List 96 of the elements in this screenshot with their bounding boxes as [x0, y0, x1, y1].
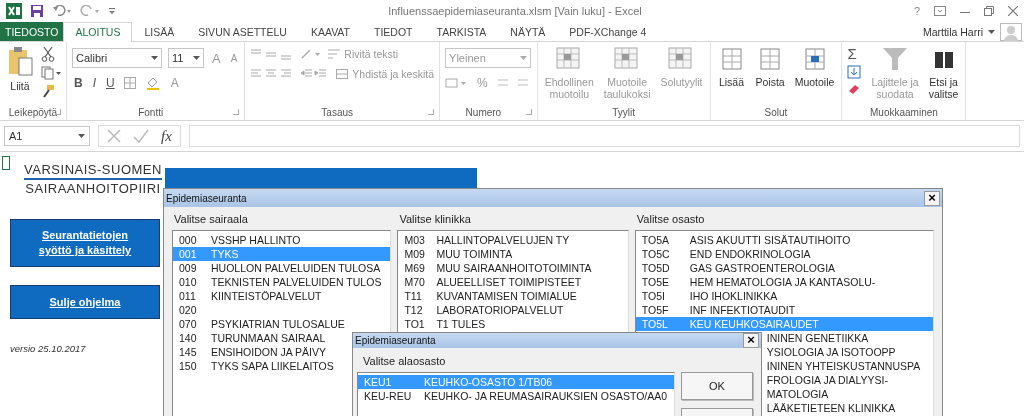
ribbon-tab[interactable]: LISÄÄ — [132, 22, 187, 41]
ribbon-tab[interactable]: TARKISTA — [424, 22, 499, 41]
sheet-button[interactable]: Sulje ohjelma — [10, 285, 160, 319]
italic-button[interactable]: I — [90, 76, 98, 90]
caret-icon[interactable] — [78, 134, 85, 138]
group-label: Solut — [764, 106, 788, 118]
caret-icon[interactable] — [193, 56, 200, 60]
close-button[interactable]: × — [743, 333, 759, 348]
list-label: Valitse osasto — [635, 213, 706, 225]
list-item[interactable]: M03 HALLINTOPALVELUJEN TY — [398, 233, 628, 247]
filter-icon — [882, 46, 909, 72]
group-label: Leikepöytä — [8, 106, 58, 118]
dialog-launcher-icon[interactable] — [428, 109, 435, 115]
close-button[interactable]: × — [924, 190, 940, 206]
cells-button[interactable]: Muotoile — [792, 44, 837, 88]
formula-input[interactable] — [188, 125, 1020, 147]
list-item[interactable]: M70 ALUEELLISET TOIMIPISTEET — [398, 275, 628, 289]
cell-cursor — [2, 156, 10, 170]
group-label: Numero — [465, 106, 502, 118]
list-item[interactable]: TO5E HEM HEMATOLOGIA JA KANTASOLU- — [635, 275, 933, 289]
orientation-icon[interactable] — [300, 48, 323, 60]
ribbon-tab[interactable]: TIEDOT — [362, 22, 425, 41]
user-name[interactable]: Marttila Harri — [922, 26, 983, 38]
group-label: Tyylit — [612, 106, 635, 118]
dialog-launcher-icon[interactable] — [233, 109, 240, 115]
wrap-lines-icon — [328, 49, 341, 59]
list-item[interactable]: TO5C END ENDOKRINOLOGIA — [635, 247, 933, 261]
caret-icon[interactable] — [988, 30, 995, 34]
version-text: versio 25.10.2017 — [10, 343, 87, 354]
close-icon[interactable] — [1008, 6, 1018, 16]
ribbon-tab[interactable]: KAAVAT — [298, 22, 362, 41]
font-family-field[interactable]: Calibri — [72, 48, 162, 68]
autosum-button[interactable]: Σ — [847, 46, 857, 61]
list-item[interactable]: 010 TEKNISTEN PALVELUIDEN TULOS — [173, 275, 391, 289]
list-item[interactable]: 011 KIINTEISTÖPALVELUT — [173, 289, 391, 303]
sheet-button[interactable]: Seurantatietojen syöttö ja käsittely — [10, 219, 160, 267]
customize-caret-icon[interactable] — [108, 7, 116, 15]
list-item[interactable]: 020 — [173, 303, 391, 317]
group-label: Tasaus — [321, 106, 354, 118]
dialog-launcher-icon[interactable] — [55, 109, 61, 115]
dialog-title: Epidemiaseuranta — [355, 335, 436, 346]
insert-function-button[interactable]: fx — [161, 127, 172, 145]
list-item[interactable]: M09 MUU TOIMINTA — [398, 247, 628, 261]
help-button[interactable]: ? — [913, 5, 920, 17]
list-item[interactable]: TO5A ASIS AKUUTTI SISÄTAUTIHOITO — [635, 233, 933, 247]
save-icon[interactable] — [30, 4, 44, 18]
ribbon-tab[interactable]: PDF-XChange 4 — [557, 22, 659, 41]
copy-icon[interactable] — [41, 66, 61, 80]
editing-button[interactable]: Etsi ja valitse — [926, 44, 961, 100]
list-item[interactable]: 000 VSSHP HALLINTO — [173, 233, 391, 247]
cut-icon[interactable] — [41, 46, 55, 62]
list-label: Valitse sairaala — [173, 213, 249, 225]
cells-button[interactable]: Poista — [753, 44, 787, 88]
list-item[interactable]: TO5D GAS GASTROENTEROLOGIA — [635, 261, 933, 275]
name-box[interactable]: A1 — [4, 126, 90, 146]
list-label: Valitse klinikka — [398, 213, 472, 225]
bold-button[interactable]: B — [72, 76, 85, 90]
underline-button[interactable]: U — [104, 76, 117, 90]
group-label: Fontti — [138, 106, 164, 118]
undo-icon[interactable] — [52, 5, 72, 17]
ribbon-tab[interactable]: SIVUN ASETTELU — [186, 22, 299, 41]
excel-logo-icon — [6, 3, 22, 19]
list-item[interactable]: 009 HUOLLON PALVELUIDEN TULOSA — [173, 261, 391, 275]
format-painter-icon[interactable] — [41, 84, 55, 98]
list-box[interactable]: KEU1 KEUHKO-OSASTO 1/TB06 KEU-REU KEUHKO- JA REUMASAIRAUKSIEN OSASTO/AA0 — [357, 372, 675, 416]
list-item[interactable]: TO1 T1 TULES — [398, 317, 628, 331]
borders-icon[interactable] — [122, 76, 139, 90]
paste-button[interactable]: Liitä — [5, 44, 35, 92]
clipboard-icon — [7, 46, 33, 76]
list-item[interactable]: TO5I IHO IHOKLINIKKA — [635, 289, 933, 303]
check-icon[interactable] — [133, 129, 149, 143]
ribbon-tab[interactable]: NÄYTÄ — [498, 22, 558, 41]
list-item[interactable]: KEU-REU KEUHKO- JA REUMASAIRAUKSIEN OSASTO/AA0 — [358, 389, 674, 403]
redo-icon[interactable] — [80, 5, 100, 17]
merged-cell-icon — [336, 69, 349, 79]
ok-button[interactable]: OK — [681, 372, 753, 400]
font-size-field[interactable]: 11 — [168, 48, 204, 68]
cancel-icon[interactable] — [107, 129, 121, 143]
group-label: Muokkaaminen — [870, 106, 938, 118]
logo: VARSINAIS-SUOMEN SAIRAANHOITOPIIRI — [23, 162, 163, 197]
list-item[interactable]: 070 PSYKIATRIAN TULOSALUE — [173, 317, 391, 331]
cells-button[interactable]: Lisää — [715, 44, 748, 88]
list-label: Valitse alaosasto — [362, 355, 447, 367]
dialog-title: Epidemiaseuranta — [166, 192, 247, 204]
ribbon-tab[interactable]: ALOITUS — [63, 22, 133, 42]
fill-icon[interactable] — [847, 65, 864, 79]
list-item[interactable]: TO5F INF INFEKTIOTAUDIT — [635, 303, 933, 317]
ribbon-display-icon[interactable] — [934, 6, 946, 16]
window-title: Influenssaepidemiaseuranta.xlsm [Vain luku] - Excel — [387, 5, 643, 17]
list-item[interactable]: T12 LABORATORIOPALVELUT — [398, 303, 628, 317]
list-item[interactable]: T11 KUVANTAMISEN TOIMIALUE — [398, 289, 628, 303]
restore-icon[interactable] — [984, 6, 994, 16]
caret-icon[interactable] — [151, 56, 158, 60]
ribbon-tab[interactable]: TIEDOSTO — [0, 22, 64, 41]
list-item[interactable]: M69 MUU SAIRAANHOITOTOIMINTA — [398, 261, 628, 275]
dialog-launcher-icon[interactable] — [525, 109, 532, 115]
